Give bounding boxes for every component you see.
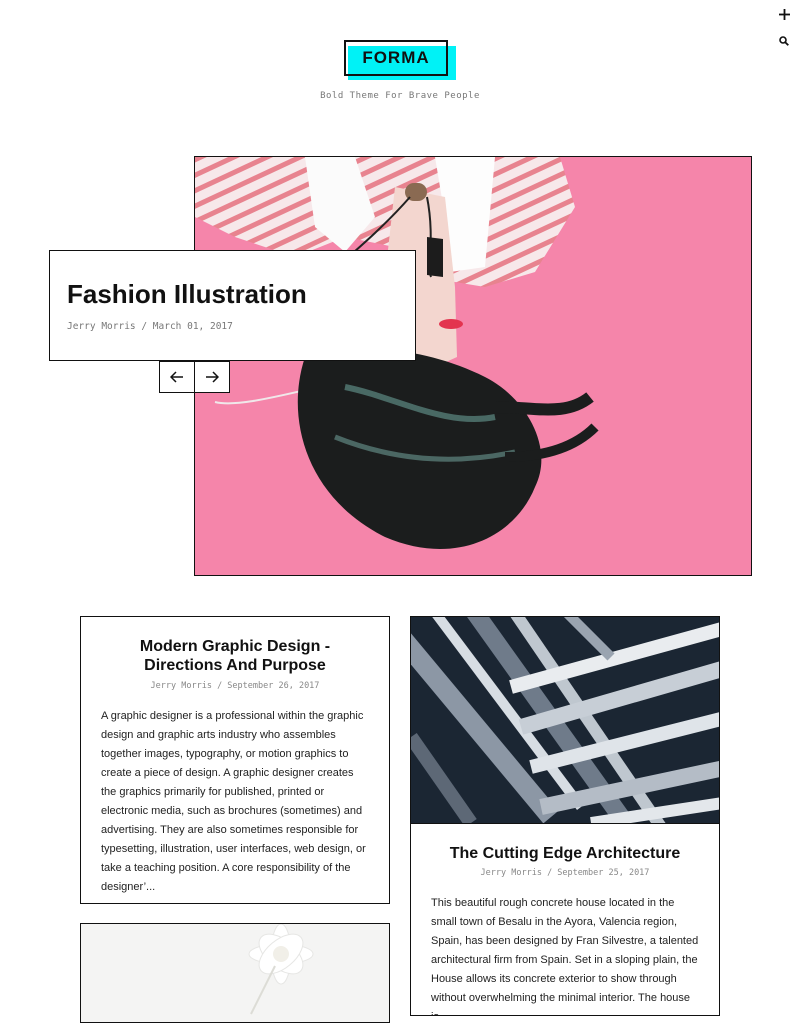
add-button[interactable]: [776, 6, 792, 22]
search-button[interactable]: [776, 33, 792, 49]
post-meta: Jerry Morris / September 26, 2017: [150, 681, 320, 691]
site-tagline: Bold Theme For Brave People: [320, 91, 480, 101]
post-meta: Jerry Morris / September 25, 2017: [480, 868, 650, 878]
post-image[interactable]: [81, 924, 389, 1023]
post-title[interactable]: Modern Graphic Design - Directions And P…: [101, 637, 369, 675]
hero-meta: Jerry Morris / March 01, 2017: [67, 321, 233, 332]
post-card[interactable]: The Cutting Edge Architecture Jerry Morr…: [410, 616, 720, 1016]
logo-frame: FORMA: [344, 40, 448, 76]
post-card[interactable]: Modern Graphic Design - Directions And P…: [80, 616, 390, 904]
logo-text: FORMA: [362, 48, 430, 67]
search-icon: [779, 36, 789, 46]
hero-illustration: [195, 157, 751, 575]
arrow-left-icon: [170, 371, 183, 383]
hero-title[interactable]: Fashion Illustration: [67, 279, 307, 310]
divider: [411, 823, 719, 824]
site-logo[interactable]: FORMA: [344, 40, 456, 82]
post-excerpt: A graphic designer is a professional wit…: [101, 710, 366, 893]
arrow-right-icon: [206, 371, 219, 383]
slider-prev-button[interactable]: [159, 361, 195, 393]
post-image[interactable]: [411, 617, 719, 823]
hero-caption-card[interactable]: Fashion Illustration Jerry Morris / Marc…: [49, 250, 416, 361]
post-title[interactable]: The Cutting Edge Architecture: [421, 844, 709, 863]
slider-next-button[interactable]: [194, 361, 230, 393]
post-excerpt: This beautiful rough concrete house loca…: [431, 897, 699, 1015]
plus-icon: [778, 8, 790, 20]
post-card[interactable]: [80, 923, 390, 1023]
hero-slide-image[interactable]: [194, 156, 752, 576]
